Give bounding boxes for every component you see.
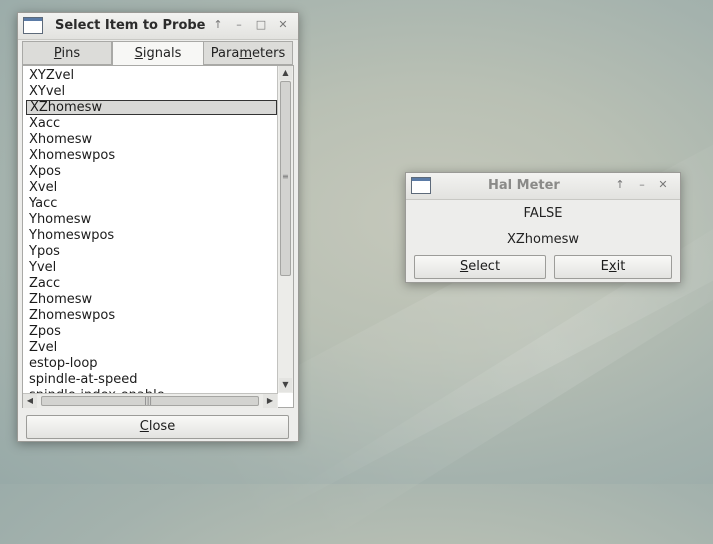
tab-parameters[interactable]: Parameters bbox=[203, 41, 293, 65]
minimize-icon[interactable]: – bbox=[635, 178, 649, 192]
tab-signals[interactable]: Signals bbox=[112, 41, 204, 66]
signal-list-item[interactable]: Zvel bbox=[26, 340, 277, 355]
meter-value: FALSE bbox=[523, 206, 563, 221]
horizontal-scroll-thumb[interactable]: ||| bbox=[41, 396, 259, 406]
signal-list-item[interactable]: Xhomesw bbox=[26, 132, 277, 147]
meter-titlebar[interactable]: Hal Meter ↑ – ✕ bbox=[406, 173, 680, 200]
horizontal-scrollbar[interactable]: ◀ ||| ▶ bbox=[23, 393, 278, 408]
tab-pins[interactable]: Pins bbox=[22, 41, 112, 65]
grip-icon: ||| bbox=[144, 396, 153, 405]
grip-icon: ≡ bbox=[282, 172, 289, 181]
probe-window-title: Select Item to Probe bbox=[55, 18, 206, 33]
signal-list-item[interactable]: Zhomeswpos bbox=[26, 308, 277, 323]
signal-list-item[interactable]: Yhomesw bbox=[26, 212, 277, 227]
signals-panel: XYZvel XYvel XZhomesw Xacc Xhomesw Xhomeswpos… bbox=[22, 65, 294, 408]
signal-list-item[interactable]: Xacc bbox=[26, 116, 277, 131]
vertical-scrollbar[interactable]: ▲ ≡ ▼ bbox=[277, 66, 293, 393]
signal-list-item[interactable]: Xhomeswpos bbox=[26, 148, 277, 163]
signal-list-item[interactable]: Zhomesw bbox=[26, 292, 277, 307]
window-icon bbox=[23, 17, 43, 34]
signal-list-item[interactable]: XYZvel bbox=[26, 68, 277, 83]
probe-titlebar[interactable]: Select Item to Probe ↑ – □ ✕ bbox=[18, 13, 298, 40]
signal-list-item[interactable]: Yvel bbox=[26, 260, 277, 275]
signal-list[interactable]: XYZvel XYvel XZhomesw Xacc Xhomesw Xhomeswpos… bbox=[23, 66, 278, 393]
probe-window: Select Item to Probe ↑ – □ ✕ Pins Signal… bbox=[17, 12, 299, 442]
scroll-down-icon[interactable]: ▼ bbox=[279, 378, 292, 392]
keep-above-icon[interactable]: ↑ bbox=[613, 178, 627, 192]
close-icon[interactable]: ✕ bbox=[276, 18, 290, 32]
signal-list-item[interactable]: XYvel bbox=[26, 84, 277, 99]
select-button[interactable]: Select bbox=[414, 255, 546, 279]
keep-above-icon[interactable]: ↑ bbox=[211, 18, 225, 32]
scroll-up-icon[interactable]: ▲ bbox=[279, 66, 292, 80]
close-button[interactable]: Close bbox=[26, 415, 289, 439]
exit-button[interactable]: Exit bbox=[554, 255, 672, 279]
meter-window: Hal Meter ↑ – ✕ FALSE XZhomesw Select Ex… bbox=[405, 172, 681, 283]
signal-list-item[interactable]: Zpos bbox=[26, 324, 277, 339]
signal-list-item[interactable]: Xpos bbox=[26, 164, 277, 179]
signal-list-item[interactable]: estop-loop bbox=[26, 356, 277, 371]
meter-signal-name: XZhomesw bbox=[506, 232, 580, 247]
probe-tabs: Pins Signals Parameters bbox=[22, 41, 293, 66]
signal-list-item[interactable]: XZhomesw bbox=[26, 100, 277, 115]
close-icon[interactable]: ✕ bbox=[656, 178, 670, 192]
signal-list-item[interactable]: Yacc bbox=[26, 196, 277, 211]
signal-list-item[interactable]: Xvel bbox=[26, 180, 277, 195]
vertical-scroll-thumb[interactable]: ≡ bbox=[280, 81, 291, 276]
minimize-icon[interactable]: – bbox=[232, 18, 246, 32]
meter-window-title: Hal Meter bbox=[488, 178, 560, 193]
scroll-right-icon[interactable]: ▶ bbox=[263, 394, 277, 408]
signal-list-item[interactable]: spindle-at-speed bbox=[26, 372, 277, 387]
signal-list-item[interactable]: Ypos bbox=[26, 244, 277, 259]
scroll-left-icon[interactable]: ◀ bbox=[23, 394, 37, 408]
maximize-icon[interactable]: □ bbox=[254, 18, 268, 32]
signal-list-item[interactable]: Yhomeswpos bbox=[26, 228, 277, 243]
signal-list-item[interactable]: Zacc bbox=[26, 276, 277, 291]
window-icon bbox=[411, 177, 431, 194]
